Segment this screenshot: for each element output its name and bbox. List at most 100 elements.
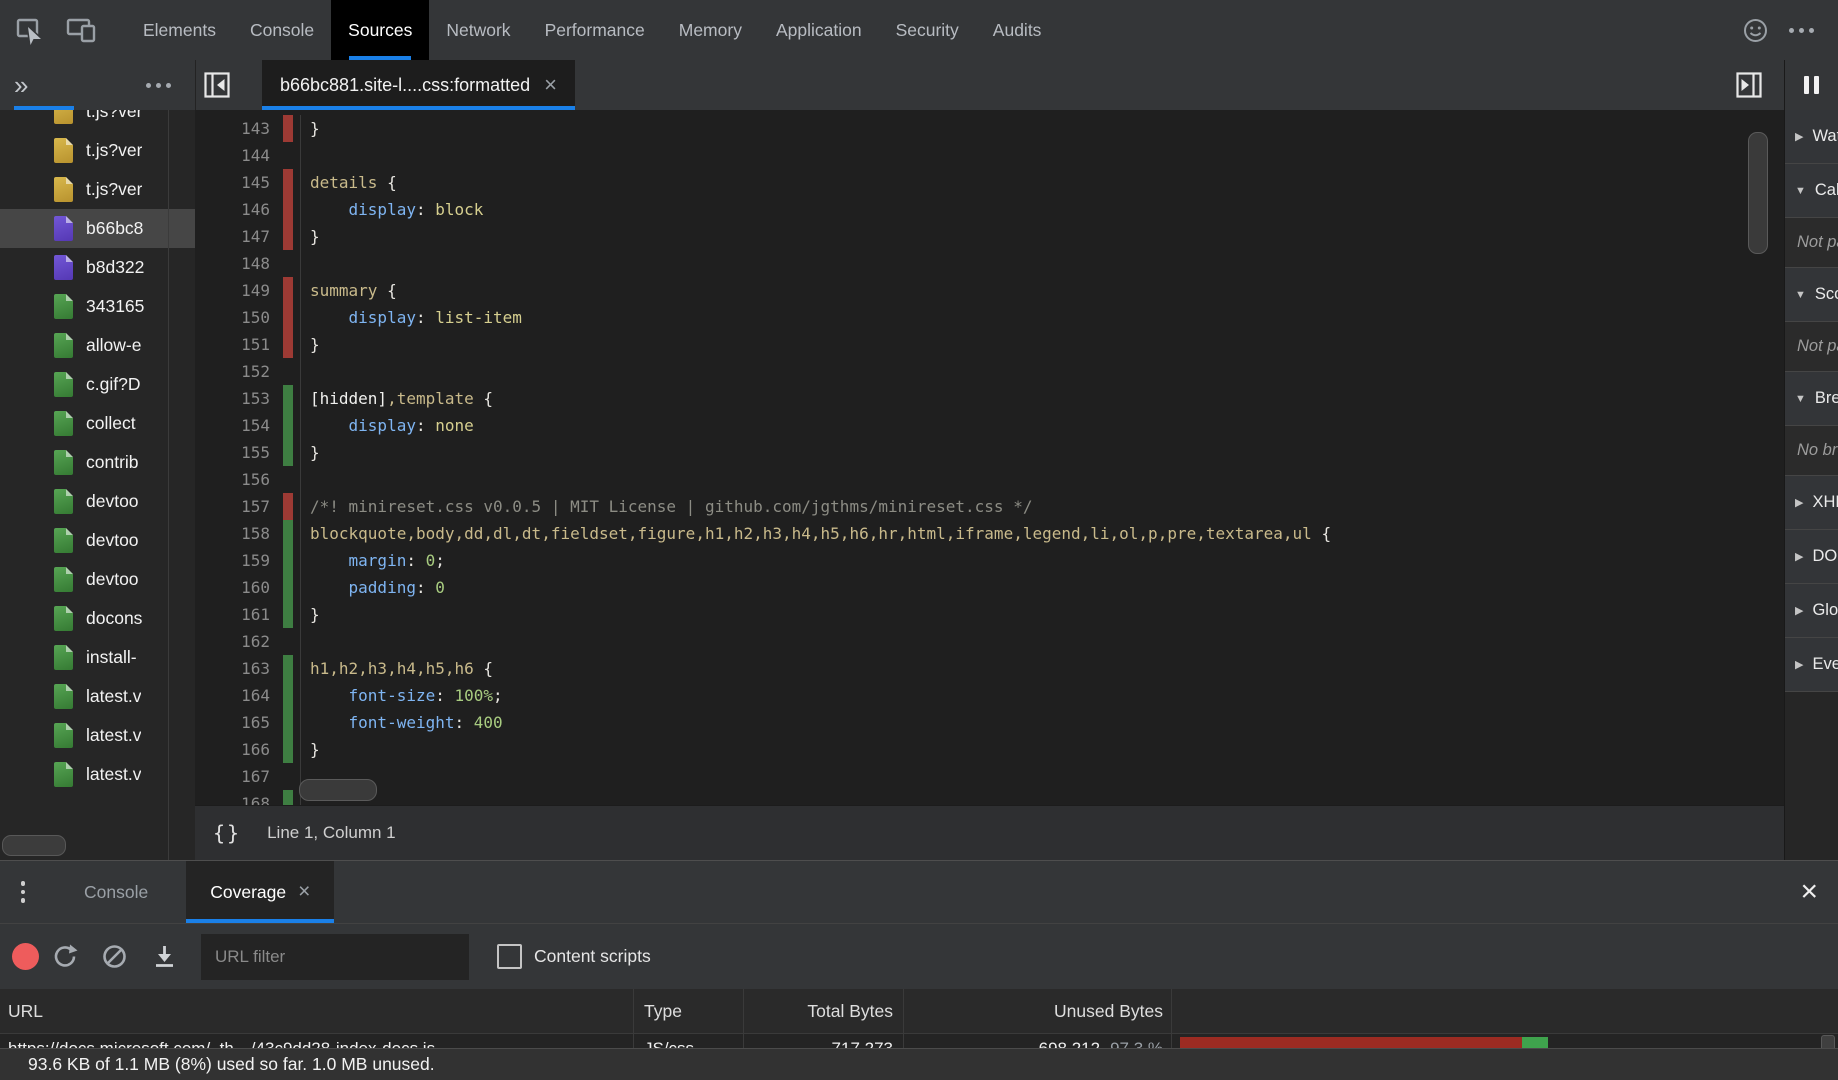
sidebar-section-call-stack[interactable]: ▼Call Stack	[1785, 164, 1838, 218]
code-text: }	[301, 736, 320, 763]
line-number[interactable]: 148	[195, 250, 270, 277]
line-number[interactable]: 163	[195, 655, 270, 682]
navigator-more-options-icon[interactable]	[146, 83, 171, 88]
line-number[interactable]: 155	[195, 439, 270, 466]
file-tab-close-icon[interactable]: ×	[544, 74, 557, 96]
editor-vertical-scrollbar[interactable]	[1748, 132, 1768, 254]
tab-application[interactable]: Application	[759, 0, 879, 60]
line-number[interactable]: 156	[195, 466, 270, 493]
file-row[interactable]: c.gif?D	[0, 365, 195, 404]
file-row[interactable]: t.js?ver	[0, 131, 195, 170]
column-header-Unused Bytes[interactable]: Unused Bytes	[904, 989, 1172, 1033]
drawer-close-icon[interactable]: ×	[1800, 861, 1838, 923]
line-number[interactable]: 165	[195, 709, 270, 736]
tab-security[interactable]: Security	[879, 0, 976, 60]
line-number[interactable]: 167	[195, 763, 270, 790]
line-number[interactable]: 160	[195, 574, 270, 601]
file-row[interactable]: b66bc8	[0, 209, 195, 248]
tab-elements[interactable]: Elements	[126, 0, 233, 60]
file-row[interactable]: latest.v	[0, 677, 195, 716]
line-number[interactable]: 145	[195, 169, 270, 196]
tab-audits[interactable]: Audits	[976, 0, 1059, 60]
line-number[interactable]: 143	[195, 115, 270, 142]
content-scripts-label[interactable]: Content scripts	[534, 946, 651, 967]
sidebar-section-event-listener-breakpoints[interactable]: ▶Event Listener Breakpoints	[1785, 638, 1838, 692]
file-row[interactable]: docons	[0, 599, 195, 638]
file-row[interactable]: devtoo	[0, 521, 195, 560]
column-header-URL[interactable]: URL	[0, 989, 634, 1033]
sidebar-section-dom-breakpoints[interactable]: ▶DOM Breakpoints	[1785, 530, 1838, 584]
export-download-icon[interactable]	[139, 932, 189, 982]
coverage-marker	[283, 196, 293, 223]
hide-navigator-icon[interactable]	[196, 60, 238, 110]
line-number[interactable]: 150	[195, 304, 270, 331]
line-number[interactable]: 153	[195, 385, 270, 412]
line-number[interactable]: 146	[195, 196, 270, 223]
file-row[interactable]: collect	[0, 404, 195, 443]
pause-script-execution-icon[interactable]	[1784, 60, 1838, 110]
file-row[interactable]: install-	[0, 638, 195, 677]
tab-memory[interactable]: Memory	[662, 0, 759, 60]
reload-icon[interactable]	[39, 932, 89, 982]
feedback-smiley-icon[interactable]	[1742, 17, 1769, 44]
drawer-menu-icon[interactable]	[0, 861, 46, 923]
inspect-icon[interactable]	[10, 8, 48, 52]
line-number[interactable]: 152	[195, 358, 270, 385]
line-number[interactable]: 154	[195, 412, 270, 439]
line-number[interactable]: 166	[195, 736, 270, 763]
code-editor[interactable]: 143}144145details {146 display: block147…	[195, 110, 1785, 805]
code-token: {	[1312, 524, 1331, 543]
line-number[interactable]: 168	[195, 790, 270, 805]
line-number[interactable]: 151	[195, 331, 270, 358]
line-number[interactable]: 149	[195, 277, 270, 304]
line-number[interactable]: 147	[195, 223, 270, 250]
clear-icon[interactable]	[89, 932, 139, 982]
device-toolbar-icon[interactable]	[62, 8, 100, 52]
navigator-horizontal-scrollbar[interactable]	[2, 835, 66, 856]
sidebar-section-xhr-fetch-breakpoints[interactable]: ▶XHR/fetch Breakpoints	[1785, 476, 1838, 530]
file-row[interactable]: t.js?ver	[0, 110, 195, 131]
tab-sources[interactable]: Sources	[331, 0, 429, 60]
file-row[interactable]: t.js?ver	[0, 170, 195, 209]
file-icon-other	[54, 723, 73, 748]
file-row[interactable]: devtoo	[0, 482, 195, 521]
line-number[interactable]: 164	[195, 682, 270, 709]
file-row[interactable]: b8d322	[0, 248, 195, 287]
content-scripts-checkbox[interactable]	[497, 944, 522, 969]
file-row[interactable]: latest.v	[0, 755, 195, 794]
sidebar-section-scope[interactable]: ▼Scope	[1785, 268, 1838, 322]
tab-console[interactable]: Console	[233, 0, 331, 60]
sidebar-section-breakpoints[interactable]: ▼Breakpoints	[1785, 372, 1838, 426]
column-header-bar[interactable]	[1172, 989, 1838, 1033]
file-tab-css-formatted[interactable]: b66bc881.site-l....css:formatted ×	[262, 60, 575, 110]
line-number[interactable]: 158	[195, 520, 270, 547]
line-number[interactable]: 144	[195, 142, 270, 169]
line-number[interactable]: 157	[195, 493, 270, 520]
editor-horizontal-scrollbar[interactable]	[299, 779, 377, 801]
file-row[interactable]: contrib	[0, 443, 195, 482]
url-filter-input[interactable]	[201, 934, 469, 980]
sidebar-section-global-listeners[interactable]: ▶Global Listeners	[1785, 584, 1838, 638]
open-sidebar-icon[interactable]	[1728, 60, 1770, 110]
tab-network[interactable]: Network	[429, 0, 527, 60]
record-button[interactable]	[12, 943, 39, 970]
more-menu-icon[interactable]	[1789, 28, 1814, 33]
sidebar-section-watch[interactable]: ▶Watch	[1785, 110, 1838, 164]
tab-coverage-close-icon[interactable]: ×	[298, 880, 310, 904]
tab-console[interactable]: Console	[60, 861, 172, 923]
line-number[interactable]: 162	[195, 628, 270, 655]
line-number[interactable]: 159	[195, 547, 270, 574]
file-row[interactable]: latest.v	[0, 716, 195, 755]
file-row[interactable]: allow-e	[0, 326, 195, 365]
file-name: devtoo	[86, 491, 139, 512]
file-row[interactable]: 343165	[0, 287, 195, 326]
more-navigator-tabs-icon[interactable]: »	[14, 72, 28, 98]
line-number[interactable]: 161	[195, 601, 270, 628]
tab-performance[interactable]: Performance	[528, 0, 662, 60]
column-header-Type[interactable]: Type	[634, 989, 744, 1033]
column-header-Total Bytes[interactable]: Total Bytes	[744, 989, 904, 1033]
tab-coverage[interactable]: Coverage ×	[186, 861, 334, 923]
pretty-print-icon[interactable]: {}	[213, 821, 241, 845]
file-row[interactable]: devtoo	[0, 560, 195, 599]
file-icon-other	[54, 684, 73, 709]
